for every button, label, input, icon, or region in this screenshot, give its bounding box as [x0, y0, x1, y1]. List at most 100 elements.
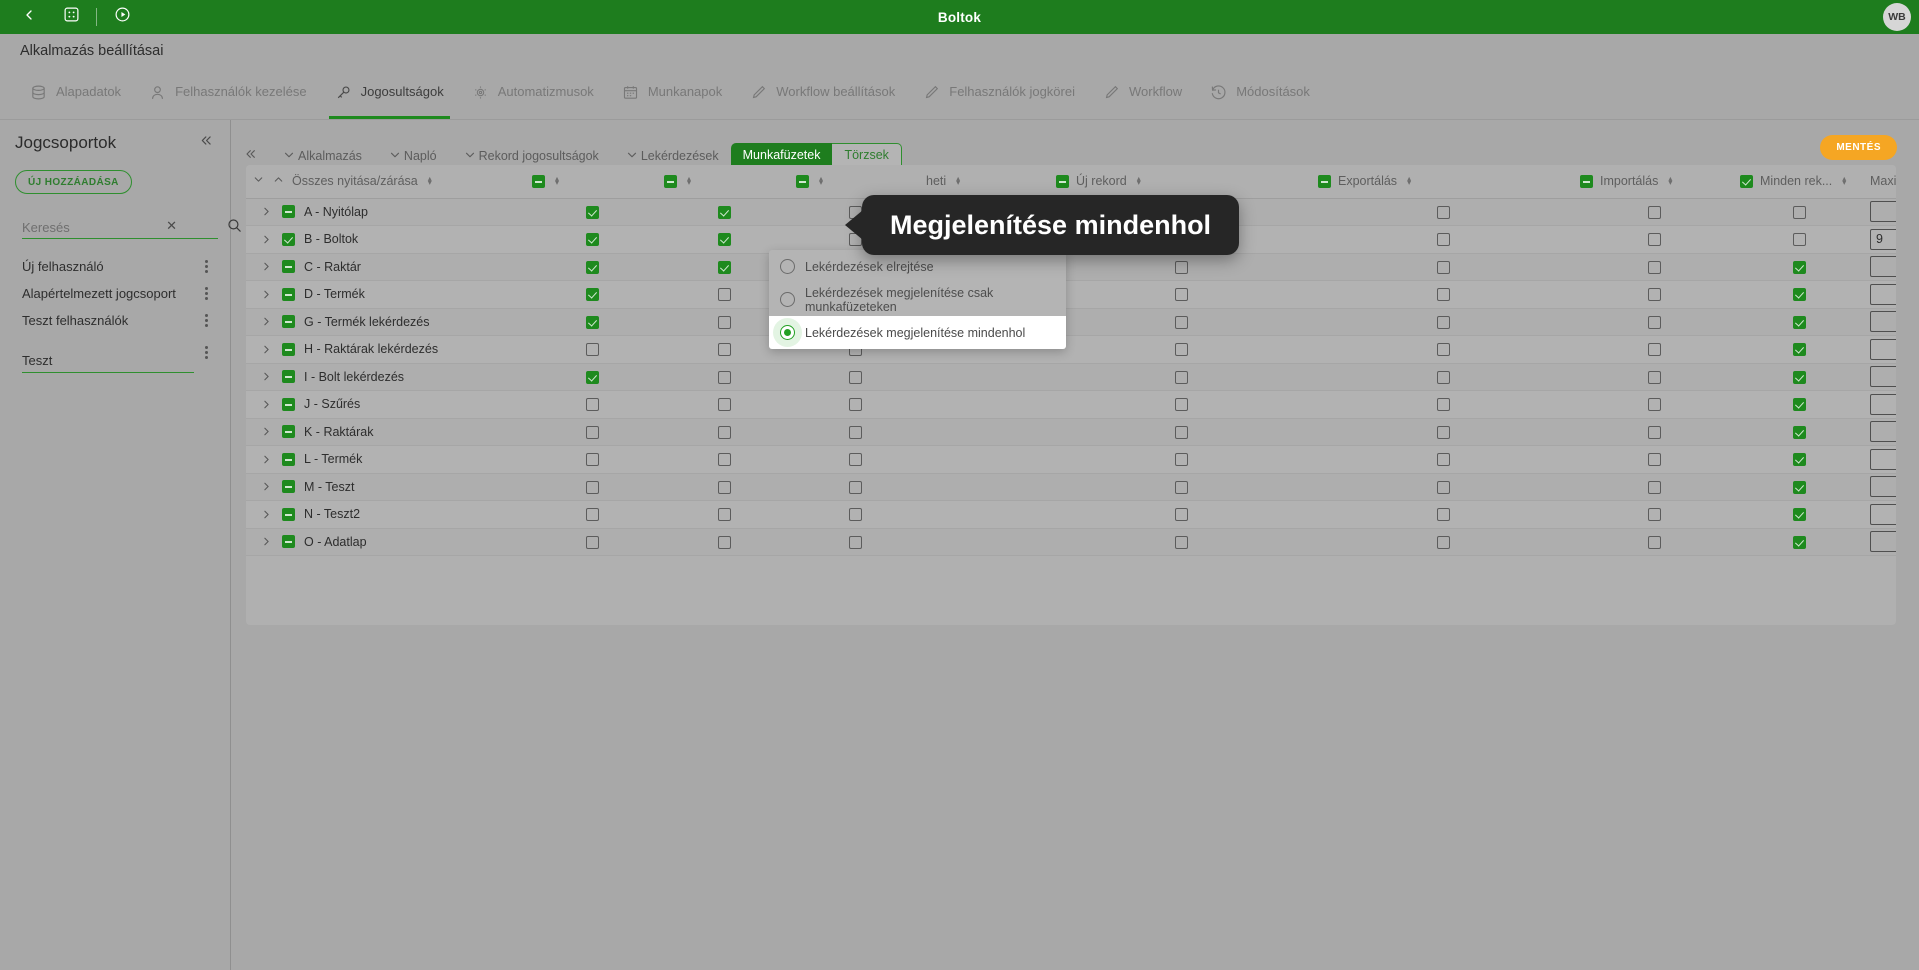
permission-cell[interactable]	[1050, 418, 1312, 446]
permission-cell[interactable]	[790, 363, 920, 391]
tab-automatizmusok[interactable]: Automatizmusok	[462, 70, 612, 119]
row-checkbox[interactable]	[1436, 370, 1450, 384]
row-checkbox[interactable]	[585, 288, 599, 302]
permission-cell[interactable]	[1734, 225, 1864, 254]
permission-cell[interactable]	[1574, 528, 1734, 556]
permission-cell[interactable]	[526, 445, 658, 474]
permission-cell[interactable]	[1574, 308, 1734, 336]
sort-icon[interactable]: ▴ ▾	[555, 175, 559, 187]
sort-icon[interactable]: ▴ ▾	[956, 175, 960, 187]
permission-cell[interactable]	[1312, 473, 1574, 501]
row-checkbox[interactable]	[1436, 343, 1450, 357]
permission-cell[interactable]	[526, 418, 658, 446]
max-record-cell[interactable]	[1864, 335, 1896, 364]
subtab-naplo[interactable]: Napló	[388, 145, 437, 167]
row-checkbox[interactable]	[585, 425, 599, 439]
row-checkbox[interactable]	[1792, 425, 1806, 439]
row-checkbox[interactable]	[1174, 370, 1188, 384]
expand-chevron-right-icon[interactable]	[260, 315, 273, 328]
row-checkbox[interactable]	[717, 288, 731, 302]
permission-cell[interactable]	[1050, 445, 1312, 474]
permission-cell[interactable]	[1312, 500, 1574, 529]
expand-chevron-right-icon[interactable]	[260, 480, 273, 493]
row-checkbox[interactable]	[1436, 288, 1450, 302]
table-row[interactable]: M - Teszt	[246, 473, 1896, 501]
permission-cell[interactable]	[1050, 363, 1312, 391]
row-checkbox[interactable]	[1647, 480, 1661, 494]
tab-workflow-beallitasok[interactable]: Workflow beállítások	[740, 70, 913, 119]
row-checkbox[interactable]	[1792, 343, 1806, 357]
permission-cell[interactable]	[1734, 418, 1864, 446]
row-checkbox[interactable]	[1647, 260, 1661, 274]
header-checkbox[interactable]	[796, 174, 809, 188]
row-checkbox[interactable]	[717, 480, 731, 494]
tab-alapadatok[interactable]: Alapadatok	[20, 70, 139, 119]
max-record-cell[interactable]	[1864, 390, 1896, 419]
row-lead-checkbox[interactable]	[282, 232, 295, 246]
permission-cell[interactable]	[1574, 390, 1734, 419]
row-checkbox[interactable]	[717, 260, 731, 274]
permission-cell[interactable]	[1574, 253, 1734, 281]
sort-icon[interactable]: ▴ ▾	[819, 175, 823, 187]
permission-cell[interactable]	[526, 528, 658, 556]
row-checkbox[interactable]	[1436, 425, 1450, 439]
row-checkbox[interactable]	[1792, 398, 1806, 412]
max-record-input[interactable]	[1870, 228, 1896, 250]
chevron-up-icon[interactable]	[272, 173, 285, 189]
row-checkbox[interactable]	[1174, 480, 1188, 494]
more-options-icon[interactable]	[201, 258, 212, 275]
col-maximalis-rekord[interactable]: Maximális rekor... ▴▾	[1864, 165, 1896, 199]
row-checkbox[interactable]	[585, 453, 599, 467]
add-new-group-button[interactable]: ÚJ HOZZÁADÁSA	[15, 170, 132, 194]
row-checkbox[interactable]	[1647, 398, 1661, 412]
max-record-input[interactable]	[1870, 366, 1896, 388]
row-checkbox[interactable]	[717, 453, 731, 467]
subtab-lekerdezesek[interactable]: Lekérdezések	[625, 145, 719, 167]
row-lead-checkbox[interactable]	[282, 535, 295, 549]
row-checkbox[interactable]	[1792, 453, 1806, 467]
row-lead-checkbox[interactable]	[282, 397, 295, 411]
expand-chevron-right-icon[interactable]	[260, 508, 273, 521]
permission-cell[interactable]	[1574, 445, 1734, 474]
tab-workflow[interactable]: Workflow	[1093, 70, 1200, 119]
max-record-input[interactable]	[1870, 256, 1896, 278]
permission-cell[interactable]	[1734, 198, 1864, 226]
permission-cell[interactable]	[1312, 198, 1574, 226]
max-record-input[interactable]	[1870, 201, 1896, 223]
radio-icon[interactable]	[780, 292, 795, 307]
row-lead-checkbox[interactable]	[282, 342, 295, 356]
more-options-icon[interactable]	[201, 312, 212, 329]
row-checkbox[interactable]	[848, 425, 862, 439]
max-record-cell[interactable]	[1864, 308, 1896, 336]
permission-cell[interactable]	[1312, 363, 1574, 391]
max-record-input[interactable]	[1870, 393, 1896, 415]
permission-cell[interactable]	[1734, 500, 1864, 529]
row-lead-checkbox[interactable]	[282, 370, 295, 384]
row-checkbox[interactable]	[1647, 288, 1661, 302]
tab-jogosultsagok[interactable]: Jogosultságok	[325, 70, 462, 119]
row-lead-checkbox[interactable]	[282, 452, 295, 466]
permission-cell[interactable]	[658, 528, 790, 556]
permission-cell[interactable]	[790, 500, 920, 529]
max-record-cell[interactable]	[1864, 473, 1896, 501]
sort-icon[interactable]: ▴ ▾	[1407, 175, 1411, 187]
row-checkbox[interactable]	[1436, 315, 1450, 329]
row-checkbox[interactable]	[1647, 508, 1661, 522]
row-checkbox[interactable]	[848, 508, 862, 522]
row-checkbox[interactable]	[585, 260, 599, 274]
permission-cell[interactable]	[1312, 445, 1574, 474]
row-checkbox[interactable]	[1436, 205, 1450, 219]
table-row[interactable]: N - Teszt2	[246, 500, 1896, 529]
row-checkbox[interactable]	[1792, 370, 1806, 384]
double-chevron-left-icon[interactable]	[197, 132, 214, 154]
row-checkbox[interactable]	[1647, 370, 1661, 384]
row-checkbox[interactable]	[717, 233, 731, 247]
col-heti[interactable]: heti ▴ ▾	[920, 165, 1050, 199]
row-checkbox[interactable]	[1436, 260, 1450, 274]
permission-cell[interactable]	[526, 198, 658, 226]
expand-chevron-right-icon[interactable]	[260, 370, 273, 383]
table-row[interactable]: D - Termék	[246, 280, 1896, 309]
permission-cell[interactable]	[526, 390, 658, 419]
save-button[interactable]: MENTÉS	[1820, 135, 1897, 160]
permission-cell[interactable]	[790, 473, 920, 501]
